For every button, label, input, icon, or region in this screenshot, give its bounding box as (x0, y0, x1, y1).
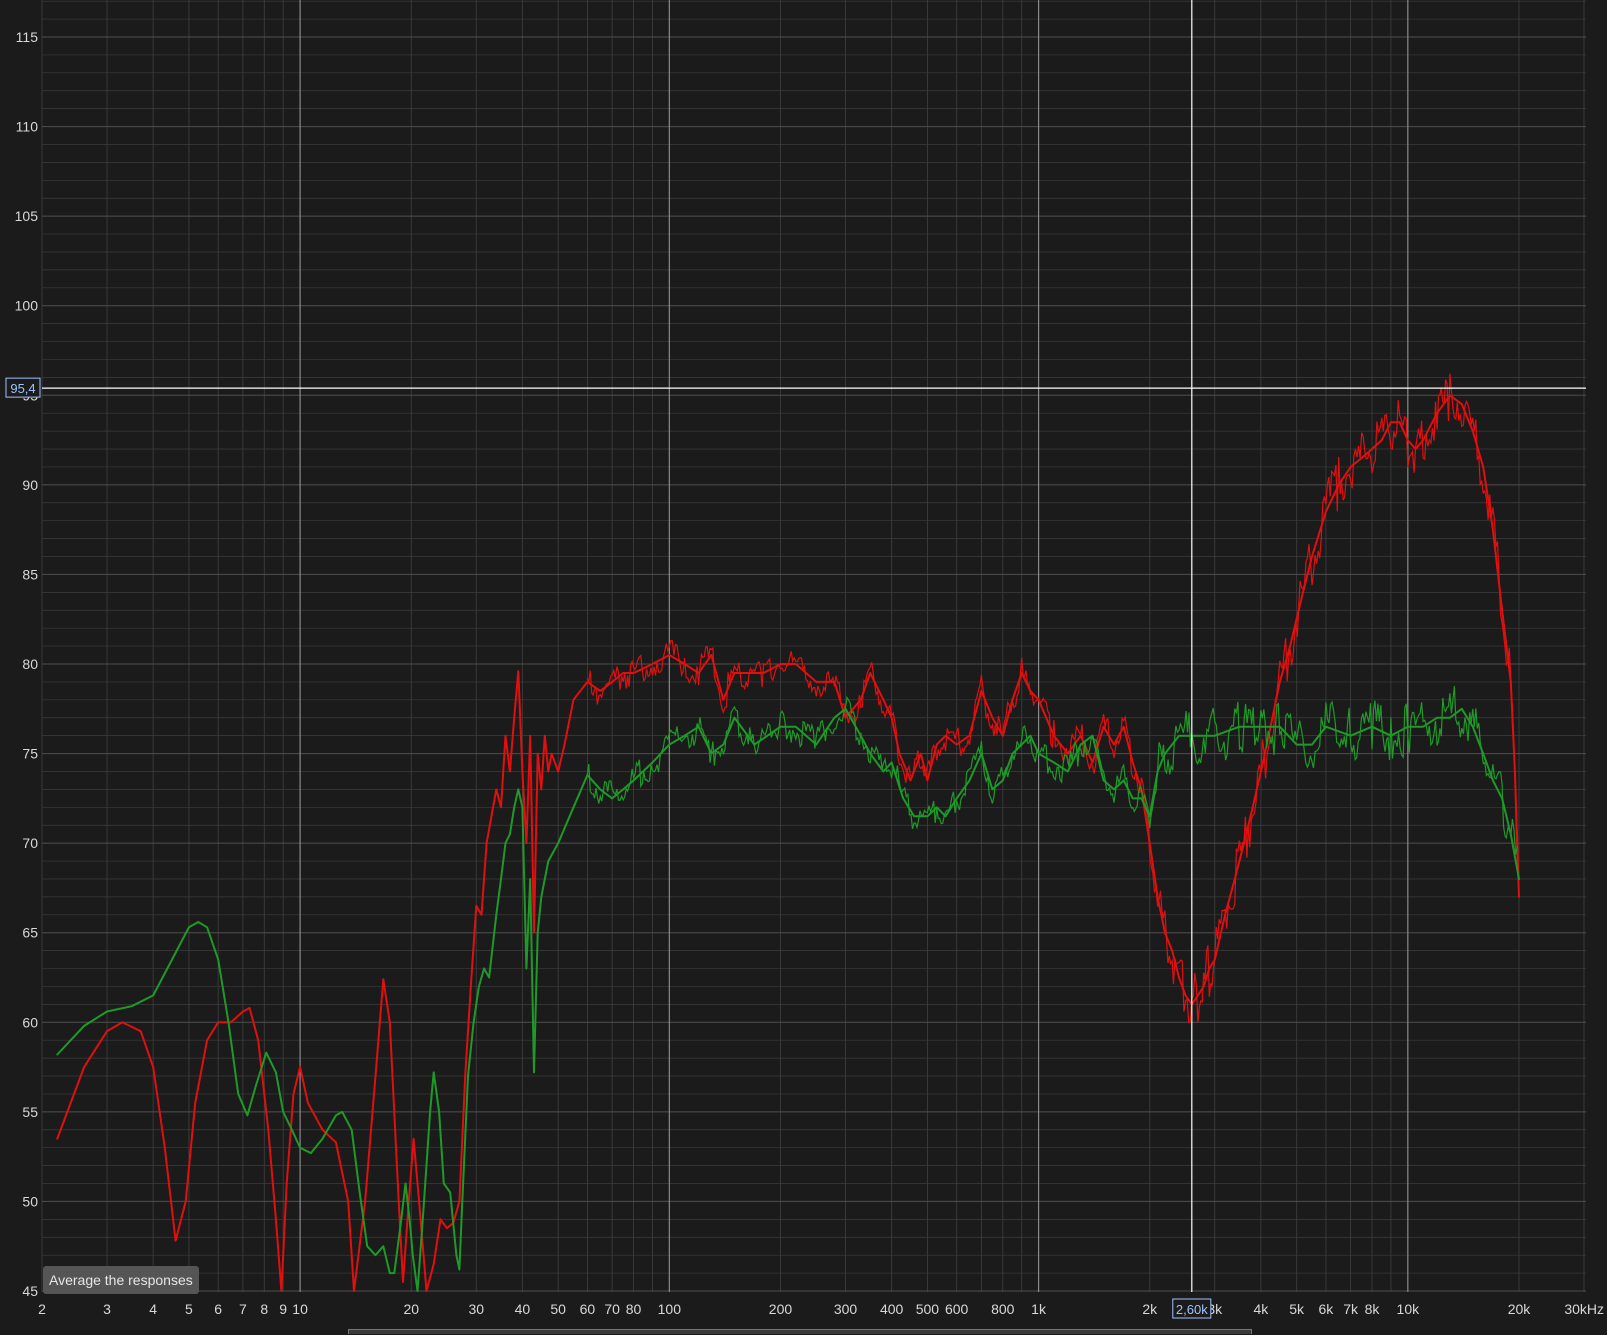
y-tick-label: 90 (22, 477, 38, 493)
y-tick-label: 45 (22, 1283, 38, 1299)
x-tick-label: 4 (149, 1301, 157, 1317)
x-tick-label: 10k (1397, 1301, 1421, 1317)
x-tick-label: 60 (580, 1301, 596, 1317)
y-tick-label: 50 (22, 1193, 38, 1209)
y-tick-label: 105 (15, 208, 39, 224)
x-tick-label: 50 (550, 1301, 566, 1317)
x-tick-label: 1k (1031, 1301, 1047, 1317)
x-tick-label: 7k (1343, 1301, 1359, 1317)
x-tick-label: 40 (515, 1301, 531, 1317)
y-tick-label: 70 (22, 835, 38, 851)
x-tick-label: 2 (38, 1301, 46, 1317)
x-tick-label: 600 (945, 1301, 969, 1317)
x-tick-label: 30 (468, 1301, 484, 1317)
y-tick-label: 60 (22, 1014, 38, 1030)
x-tick-label: 9 (279, 1301, 287, 1317)
x-tick-label: 8 (260, 1301, 268, 1317)
x-tick-label: 6k (1319, 1301, 1335, 1317)
x-tick-label: 8k (1365, 1301, 1381, 1317)
x-tick-label: 6 (214, 1301, 222, 1317)
cursor-y-readout: 95,4 (10, 381, 35, 396)
x-tick-label: 4k (1253, 1301, 1269, 1317)
x-tick-label: 30kHz (1564, 1301, 1604, 1317)
y-tick-label: 100 (15, 298, 39, 314)
y-tick-label: 80 (22, 656, 38, 672)
x-tick-label: 20 (403, 1301, 419, 1317)
horizontal-scrollbar[interactable] (348, 1329, 1252, 1334)
x-tick-label: 500 (916, 1301, 940, 1317)
x-tick-label: 5k (1289, 1301, 1305, 1317)
x-tick-label: 70 (604, 1301, 620, 1317)
x-tick-label: 800 (991, 1301, 1015, 1317)
frequency-response-chart[interactable]: 455055606570758085909510010511011595,4 2… (0, 0, 1607, 1335)
x-tick-label: 3 (103, 1301, 111, 1317)
y-tick-label: 110 (16, 119, 39, 135)
x-tick-label: 100 (658, 1301, 682, 1317)
x-tick-label: 80 (626, 1301, 642, 1317)
y-tick-label: 65 (22, 925, 38, 941)
y-tick-label: 55 (22, 1104, 38, 1120)
cursor-x-readout: 2,60k (1176, 1302, 1208, 1317)
x-tick-label: 5 (185, 1301, 193, 1317)
x-tick-label: 2k (1142, 1301, 1158, 1317)
y-tick-label: 75 (22, 746, 38, 762)
x-tick-label: 10 (292, 1301, 308, 1317)
x-tick-label: 200 (769, 1301, 793, 1317)
x-tick-label: 7 (239, 1301, 247, 1317)
x-tick-label: 300 (834, 1301, 858, 1317)
y-tick-label: 85 (22, 566, 38, 582)
average-responses-button[interactable]: Average the responses (43, 1266, 199, 1294)
x-tick-label: 20k (1508, 1301, 1532, 1317)
x-tick-label: 400 (880, 1301, 904, 1317)
y-tick-label: 115 (16, 29, 39, 45)
